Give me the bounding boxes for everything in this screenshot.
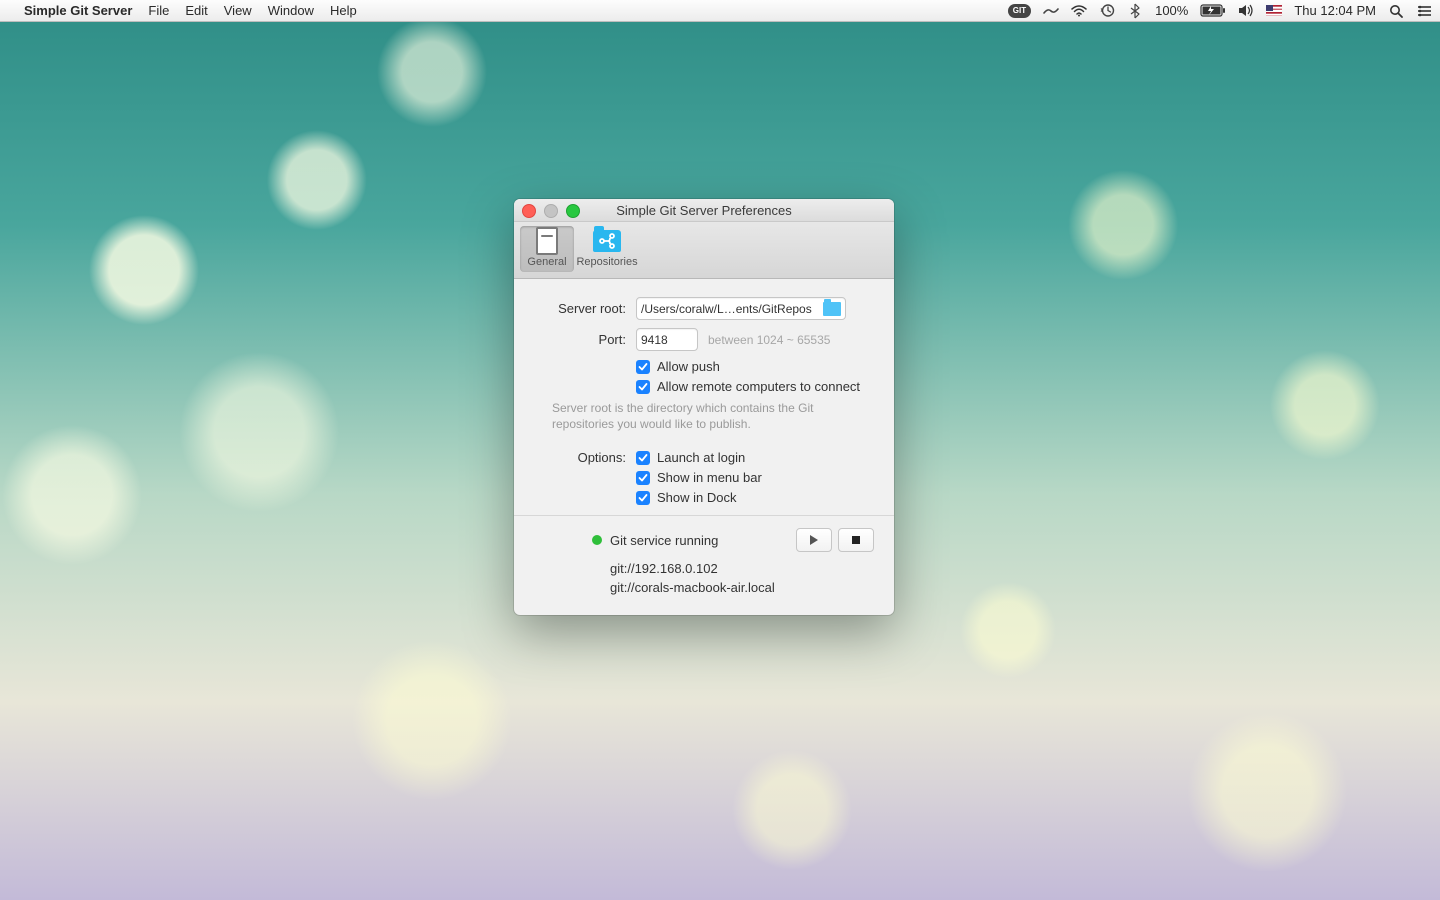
menu-view[interactable]: View bbox=[224, 3, 252, 18]
preferences-window: Simple Git Server Preferences General Re… bbox=[514, 199, 894, 615]
zoom-button[interactable] bbox=[566, 204, 580, 218]
service-url-1: git://192.168.0.102 bbox=[610, 560, 874, 579]
checkbox-allow-remote[interactable]: Allow remote computers to connect bbox=[636, 379, 874, 394]
minimize-button[interactable] bbox=[544, 204, 558, 218]
status-text: Git service running bbox=[610, 533, 718, 548]
menu-edit[interactable]: Edit bbox=[185, 3, 207, 18]
tab-repositories-label: Repositories bbox=[576, 256, 637, 268]
server-root-value: /Users/coralw/L…ents/GitRepos bbox=[641, 302, 812, 316]
app-menu[interactable]: Simple Git Server bbox=[24, 3, 132, 18]
server-root-label: Server root: bbox=[534, 301, 626, 316]
time-machine-icon[interactable] bbox=[1099, 3, 1115, 19]
checkbox-icon bbox=[636, 471, 650, 485]
checkbox-allow-push-label: Allow push bbox=[657, 359, 720, 374]
tab-repositories[interactable]: Repositories bbox=[580, 226, 634, 272]
clock[interactable]: Thu 12:04 PM bbox=[1294, 3, 1376, 18]
options-label: Options: bbox=[534, 450, 626, 465]
wifi-icon[interactable] bbox=[1071, 3, 1087, 19]
checkbox-launch-login-label: Launch at login bbox=[657, 450, 745, 465]
menubar: Simple Git Server File Edit View Window … bbox=[0, 0, 1440, 22]
menu-file[interactable]: File bbox=[148, 3, 169, 18]
close-button[interactable] bbox=[522, 204, 536, 218]
tab-general[interactable]: General bbox=[520, 226, 574, 272]
notification-center-icon[interactable] bbox=[1416, 3, 1432, 19]
checkbox-show-dock-label: Show in Dock bbox=[657, 490, 736, 505]
folder-icon[interactable] bbox=[823, 302, 841, 316]
spotlight-icon[interactable] bbox=[1388, 3, 1404, 19]
checkbox-show-menu-label: Show in menu bar bbox=[657, 470, 762, 485]
checkbox-allow-push[interactable]: Allow push bbox=[636, 359, 874, 374]
window-title: Simple Git Server Preferences bbox=[616, 203, 792, 218]
tab-general-label: General bbox=[527, 256, 566, 268]
menu-window[interactable]: Window bbox=[268, 3, 314, 18]
battery-percent: 100% bbox=[1155, 3, 1188, 18]
checkbox-icon bbox=[636, 360, 650, 374]
checkbox-show-menu[interactable]: Show in menu bar bbox=[636, 470, 874, 485]
general-icon bbox=[536, 227, 558, 255]
checkbox-icon bbox=[636, 380, 650, 394]
battery-icon[interactable] bbox=[1200, 4, 1226, 17]
menu-help[interactable]: Help bbox=[330, 3, 357, 18]
preferences-body: Server root: /Users/coralw/L…ents/GitRep… bbox=[514, 279, 894, 610]
start-button[interactable] bbox=[796, 528, 832, 552]
git-status-icon[interactable]: GIT bbox=[1008, 4, 1031, 18]
stop-button[interactable] bbox=[838, 528, 874, 552]
port-hint: between 1024 ~ 65535 bbox=[708, 333, 830, 347]
repositories-icon bbox=[593, 230, 621, 252]
server-root-field[interactable]: /Users/coralw/L…ents/GitRepos bbox=[636, 297, 846, 320]
volume-icon[interactable] bbox=[1238, 3, 1254, 19]
checkbox-icon bbox=[636, 451, 650, 465]
bluetooth-icon[interactable] bbox=[1127, 3, 1143, 19]
port-value: 9418 bbox=[641, 333, 668, 347]
desktop: Simple Git Server File Edit View Window … bbox=[0, 0, 1440, 900]
sync-icon[interactable] bbox=[1043, 3, 1059, 19]
checkbox-allow-remote-label: Allow remote computers to connect bbox=[657, 379, 860, 394]
preferences-toolbar: General Repositories bbox=[514, 222, 894, 279]
separator bbox=[514, 515, 894, 516]
checkbox-icon bbox=[636, 491, 650, 505]
port-field[interactable]: 9418 bbox=[636, 328, 698, 351]
checkbox-show-dock[interactable]: Show in Dock bbox=[636, 490, 874, 505]
status-indicator-icon bbox=[592, 535, 602, 545]
service-url-2: git://corals-macbook-air.local bbox=[610, 579, 874, 598]
port-label: Port: bbox=[534, 332, 626, 347]
input-source-flag-icon[interactable] bbox=[1266, 5, 1282, 16]
titlebar[interactable]: Simple Git Server Preferences bbox=[514, 199, 894, 222]
help-text: Server root is the directory which conta… bbox=[552, 400, 874, 432]
